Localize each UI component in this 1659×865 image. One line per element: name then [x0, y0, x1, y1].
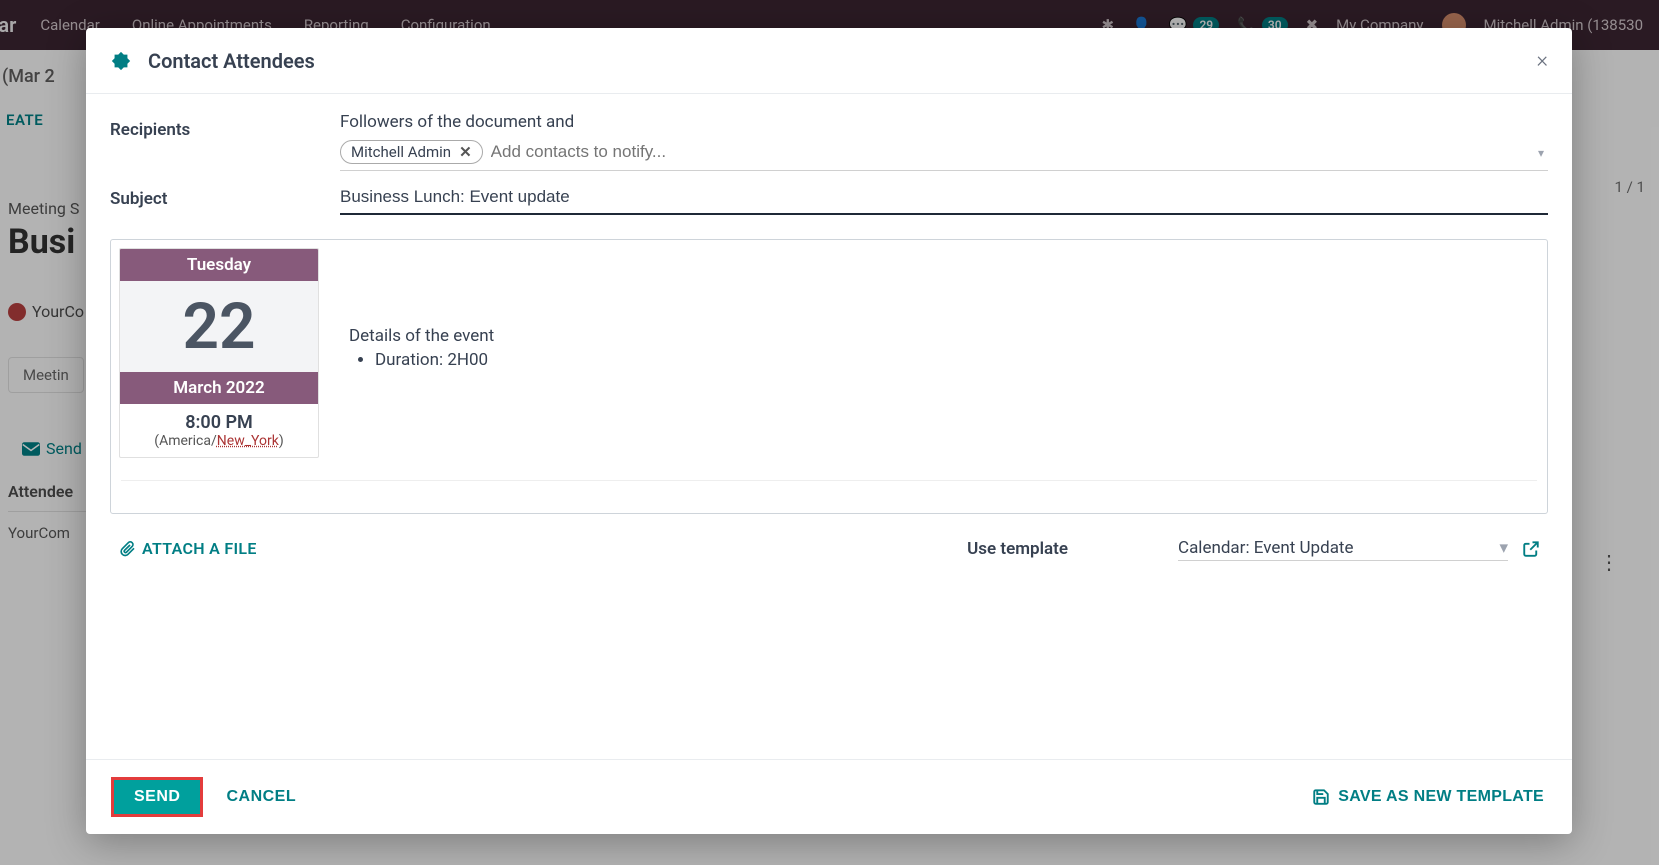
remove-tag-icon[interactable]: ✕	[459, 143, 472, 161]
template-selected-value: Calendar: Event Update	[1178, 538, 1354, 558]
subject-input[interactable]	[340, 181, 1548, 215]
subject-row: Subject	[110, 181, 1548, 215]
event-duration: Duration: 2H00	[375, 350, 494, 370]
recipients-field[interactable]: Mitchell Admin ✕ ▾	[340, 138, 1548, 171]
add-contacts-input[interactable]	[489, 138, 1548, 166]
event-day-number: 22	[120, 281, 318, 372]
use-template-label: Use template	[967, 539, 1068, 559]
template-row: Use template Calendar: Event Update ▾	[967, 536, 1540, 561]
save-as-template-button[interactable]: SAVE AS NEW TEMPLATE	[1312, 788, 1544, 806]
subject-label: Subject	[110, 181, 340, 209]
external-link-icon[interactable]	[1522, 538, 1540, 559]
timezone-link[interactable]: New_York	[217, 433, 279, 449]
event-day-of-week: Tuesday	[120, 249, 318, 281]
paperclip-icon	[120, 541, 136, 557]
message-body[interactable]: Tuesday 22 March 2022 8:00 PM (America/N…	[110, 239, 1548, 514]
save-icon	[1312, 788, 1330, 806]
event-timezone: (America/New_York)	[120, 433, 318, 457]
modal-header: Contact Attendees ×	[86, 28, 1572, 94]
recipients-label: Recipients	[110, 112, 340, 140]
message-separator	[121, 480, 1537, 481]
template-select[interactable]: Calendar: Event Update ▾	[1178, 536, 1508, 561]
save-as-template-label: SAVE AS NEW TEMPLATE	[1338, 788, 1544, 806]
event-date-card: Tuesday 22 March 2022 8:00 PM (America/N…	[119, 248, 319, 458]
cancel-button[interactable]: CANCEL	[226, 788, 296, 806]
recipients-row: Recipients Followers of the document and…	[110, 112, 1548, 171]
event-details: Details of the event Duration: 2H00	[349, 248, 494, 458]
close-icon[interactable]: ×	[1536, 48, 1548, 73]
bug-icon[interactable]	[110, 48, 132, 73]
event-time: 8:00 PM	[120, 404, 318, 433]
contact-attendees-modal: Contact Attendees × Recipients Followers…	[86, 28, 1572, 834]
event-details-title: Details of the event	[349, 326, 494, 346]
chevron-down-icon: ▾	[1499, 538, 1508, 558]
recipient-tag-label: Mitchell Admin	[351, 143, 451, 161]
send-button[interactable]: SEND	[114, 780, 200, 814]
recipient-tag: Mitchell Admin ✕	[340, 140, 483, 164]
modal-title: Contact Attendees	[148, 49, 315, 73]
event-month-year: March 2022	[120, 372, 318, 404]
modal-footer: SEND CANCEL SAVE AS NEW TEMPLATE	[86, 759, 1572, 834]
modal-body: Recipients Followers of the document and…	[86, 94, 1572, 759]
followers-text: Followers of the document and	[340, 112, 1548, 132]
below-message-row: ATTACH A FILE Use template Calendar: Eve…	[120, 536, 1540, 561]
chevron-down-icon[interactable]: ▾	[1538, 146, 1544, 160]
attach-file-label: ATTACH A FILE	[142, 539, 257, 558]
attach-file-button[interactable]: ATTACH A FILE	[120, 539, 257, 558]
